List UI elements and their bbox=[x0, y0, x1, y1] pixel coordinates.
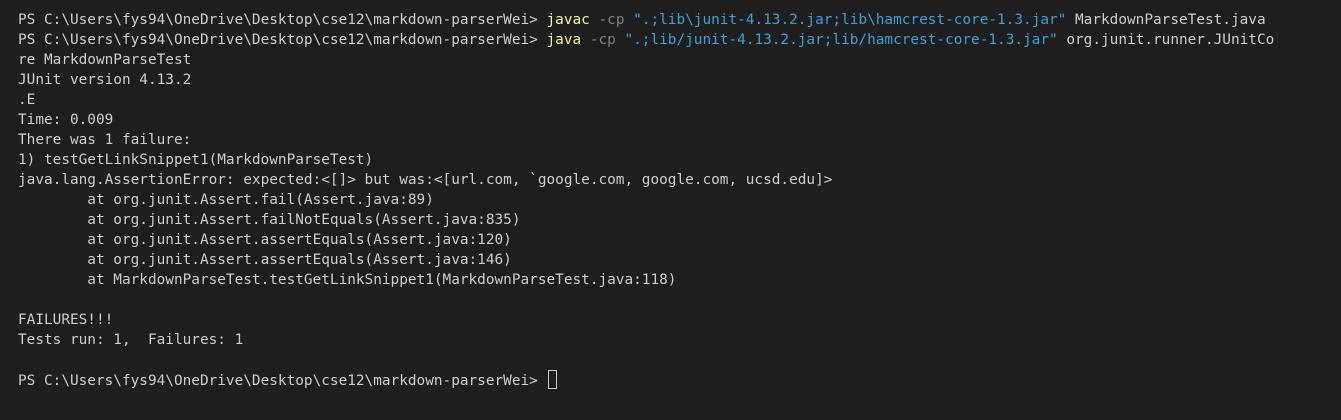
stack-trace-line: at MarkdownParseTest.testGetLinkSnippet1… bbox=[18, 272, 677, 288]
command-name: java bbox=[546, 32, 582, 48]
stack-trace-line: at org.junit.Assert.fail(Assert.java:89) bbox=[18, 192, 434, 208]
output-line: There was 1 failure: bbox=[18, 132, 192, 148]
summary-line: FAILURES!!! bbox=[18, 312, 114, 328]
output-line: JUnit version 4.13.2 bbox=[18, 72, 192, 88]
output-line: java.lang.AssertionError: expected:<[]> … bbox=[18, 172, 833, 188]
classpath-string: ".;lib/junit-4.13.2.jar;lib/hamcrest-cor… bbox=[624, 32, 1058, 48]
prompt: PS C:\Users\fys94\OneDrive\Desktop\cse12… bbox=[18, 12, 547, 28]
prompt: PS C:\Users\fys94\OneDrive\Desktop\cse12… bbox=[18, 32, 547, 48]
prompt: PS C:\Users\fys94\OneDrive\Desktop\cse12… bbox=[18, 373, 547, 389]
output-line: .E bbox=[18, 92, 36, 108]
command-line-java: PS C:\Users\fys94\OneDrive\Desktop\cse12… bbox=[18, 30, 1341, 50]
terminal-window[interactable]: PS C:\Users\fys94\OneDrive\Desktop\cse12… bbox=[0, 0, 1341, 420]
command-argument: org.junit.runner.JUnitCo bbox=[1057, 32, 1275, 48]
text-cursor[interactable] bbox=[547, 370, 557, 389]
command-flag: -cp bbox=[581, 32, 625, 48]
active-prompt-line[interactable]: PS C:\Users\fys94\OneDrive\Desktop\cse12… bbox=[18, 370, 1341, 390]
classpath-string: ".;lib\junit-4.13.2.jar;lib\hamcrest-cor… bbox=[633, 12, 1067, 28]
output-line: Time: 0.009 bbox=[18, 112, 114, 128]
command-argument: MarkdownParseTest.java bbox=[1066, 12, 1266, 28]
command-line-javac: PS C:\Users\fys94\OneDrive\Desktop\cse12… bbox=[18, 10, 1341, 30]
stack-trace-line: at org.junit.Assert.assertEquals(Assert.… bbox=[18, 252, 512, 268]
stack-trace-line: at org.junit.Assert.failNotEquals(Assert… bbox=[18, 212, 521, 228]
command-name: javac bbox=[546, 12, 590, 28]
command-flag: -cp bbox=[589, 12, 634, 28]
stack-trace-line: at org.junit.Assert.assertEquals(Assert.… bbox=[18, 232, 512, 248]
output-line: 1) testGetLinkSnippet1(MarkdownParseTest… bbox=[18, 152, 374, 168]
command-line-wrap: re MarkdownParseTest bbox=[18, 52, 192, 68]
summary-line: Tests run: 1, Failures: 1 bbox=[18, 332, 244, 348]
